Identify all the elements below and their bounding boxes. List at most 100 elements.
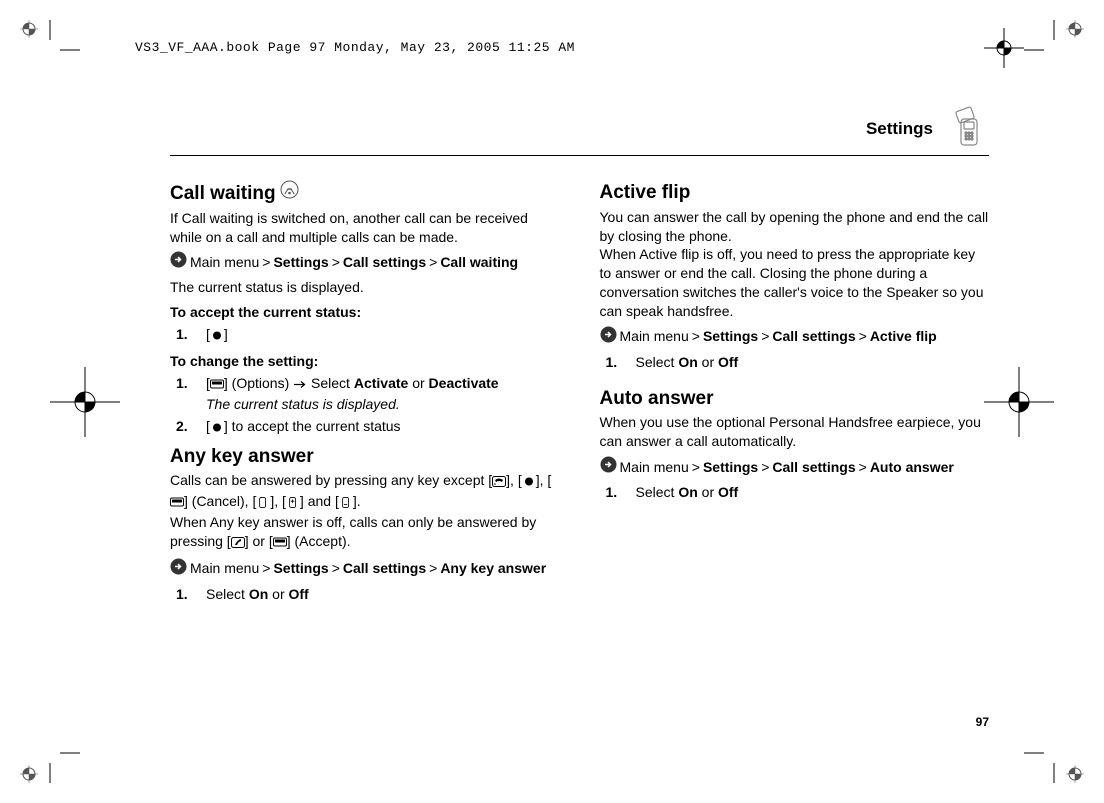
gt: > <box>429 253 437 272</box>
t: ]. <box>353 493 361 509</box>
t: ], [ <box>270 493 286 509</box>
send-key-icon <box>231 534 245 553</box>
center-key-icon <box>522 473 536 492</box>
nav-bold: Call settings <box>343 253 426 272</box>
step-body: Select On or Off <box>206 585 560 604</box>
vol-up-key-icon <box>286 494 300 513</box>
t: ], [ <box>506 472 522 488</box>
t: Off <box>289 586 309 602</box>
center-key-icon <box>210 419 224 438</box>
crop-mark-bl <box>20 723 80 783</box>
auto-answer-intro: When you use the optional Personal Hands… <box>600 413 990 451</box>
t: ] (Cancel), [ <box>184 493 256 509</box>
or-text: or <box>412 375 424 391</box>
nav-text: Main menu <box>190 559 259 578</box>
arrow-circle-icon <box>600 456 617 478</box>
t: Off <box>718 354 738 370</box>
gt: > <box>262 559 270 578</box>
side-key-icon <box>256 494 270 513</box>
t: or <box>272 586 284 602</box>
call-waiting-heading: Call waiting <box>170 180 560 207</box>
end-key-icon <box>492 473 506 492</box>
page-title: Settings <box>866 119 933 139</box>
step-body: Select On or Off <box>636 353 990 372</box>
select-text: Select <box>311 375 350 391</box>
step-num: 1. <box>606 353 624 372</box>
nav-bold: Call settings <box>343 559 426 578</box>
nav-bold: Call waiting <box>440 253 518 272</box>
auto-answer-heading-text: Auto answer <box>600 386 714 412</box>
page-content: Settings Call waiting If Call waiting is… <box>170 105 989 723</box>
active-flip-nav: Main menu > Settings > Call settings > A… <box>600 326 990 348</box>
any-key-nav: Main menu > Settings > Call settings > A… <box>170 558 560 580</box>
gt: > <box>761 327 769 346</box>
t: On <box>678 354 697 370</box>
gt: > <box>859 327 867 346</box>
step-num: 1. <box>176 585 194 604</box>
call-waiting-heading-text: Call waiting <box>170 181 276 207</box>
t: Select <box>206 586 245 602</box>
nav-bold: Auto answer <box>870 458 954 477</box>
step-num: 1. <box>176 374 194 414</box>
any-key-heading: Any key answer <box>170 444 560 470</box>
t: On <box>249 586 268 602</box>
step-num: 1. <box>606 483 624 502</box>
arrow-right-icon <box>293 376 307 395</box>
step-num: 2. <box>176 417 194 438</box>
registration-mark-left <box>50 367 120 437</box>
softkey-icon <box>170 494 184 513</box>
active-flip-intro2: When Active flip is off, you need to pre… <box>600 245 990 321</box>
auto-answer-nav: Main menu > Settings > Call settings > A… <box>600 456 990 478</box>
registration-mark-right <box>984 367 1054 437</box>
crop-mark-tr <box>1024 20 1084 80</box>
header-registration-mark <box>984 28 1024 73</box>
step-body: [] to accept the current status <box>206 417 560 438</box>
nav-bold: Settings <box>703 327 758 346</box>
network-icon <box>280 180 299 207</box>
nav-bold: Call settings <box>772 327 855 346</box>
active-flip-heading: Active flip <box>600 180 990 206</box>
crop-mark-tl <box>20 20 80 80</box>
t: On <box>678 484 697 500</box>
step-num: 1. <box>176 325 194 346</box>
step-body: Select On or Off <box>636 483 990 502</box>
nav-bold: Call settings <box>772 458 855 477</box>
t: Calls can be answered by pressing any ke… <box>170 472 492 488</box>
nav-bold: Settings <box>273 253 328 272</box>
t: ], [ <box>536 472 552 488</box>
t: Select <box>636 484 675 500</box>
t: ] or [ <box>245 533 273 549</box>
step: 1. Select On or Off <box>606 353 990 372</box>
any-key-heading-text: Any key answer <box>170 444 314 470</box>
nav-bold: Settings <box>703 458 758 477</box>
nav-bold: Settings <box>273 559 328 578</box>
arrow-circle-icon <box>170 251 187 273</box>
auto-answer-heading: Auto answer <box>600 386 990 412</box>
nav-bold: Active flip <box>870 327 937 346</box>
left-column: Call waiting If Call waiting is switched… <box>170 174 560 607</box>
gt: > <box>262 253 270 272</box>
softkey-icon <box>210 376 224 395</box>
vol-down-key-icon <box>339 494 353 513</box>
step: 1. [] <box>176 325 560 346</box>
call-waiting-intro: If Call waiting is switched on, another … <box>170 209 560 247</box>
t: Off <box>718 484 738 500</box>
center-key-icon <box>210 327 224 346</box>
nav-text: Main menu <box>620 327 689 346</box>
gt: > <box>859 458 867 477</box>
nav-text: Main menu <box>190 253 259 272</box>
t: ] (Accept). <box>287 533 351 549</box>
any-key-intro2: When Any key answer is off, calls can on… <box>170 513 560 553</box>
step-body: [] <box>206 325 560 346</box>
active-flip-heading-text: Active flip <box>600 180 691 206</box>
change-label: To change the setting: <box>170 352 560 371</box>
step: 1. [] (Options) Select Activate or Deact… <box>176 374 560 414</box>
step: 2. [] to accept the current status <box>176 417 560 438</box>
t: or <box>702 354 714 370</box>
step-text: to accept the current status <box>232 418 401 434</box>
gt: > <box>332 559 340 578</box>
gt: > <box>692 458 700 477</box>
t: ] and [ <box>300 493 339 509</box>
active-flip-intro1: You can answer the call by opening the p… <box>600 208 990 246</box>
crop-mark-br <box>1024 723 1084 783</box>
